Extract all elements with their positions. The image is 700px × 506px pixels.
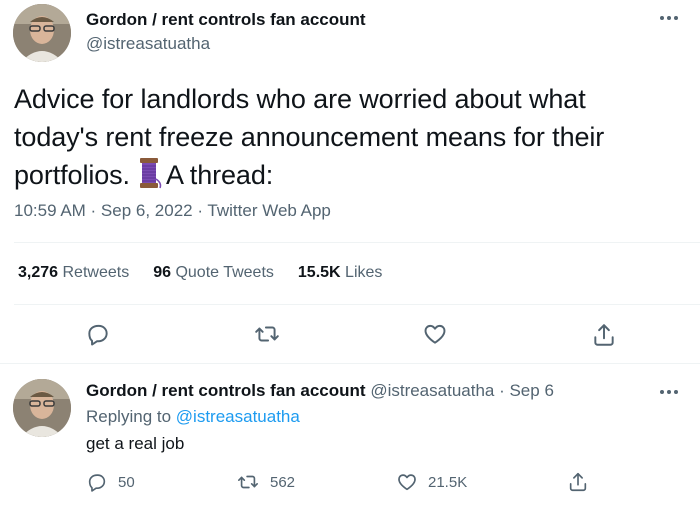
retweet-count: 562 (270, 473, 296, 491)
quote-tweets-count: 96 (153, 264, 171, 281)
replying-to: Replying to @istreasatuatha (86, 407, 300, 427)
reply-icon (88, 324, 108, 346)
like-button[interactable]: 21.5K (396, 471, 467, 493)
main-tweet: Gordon / rent controls fan account @istr… (0, 0, 700, 364)
thread-spool-icon (139, 158, 162, 189)
more-dots-icon (654, 380, 684, 404)
divider (14, 304, 700, 305)
replying-to-mention[interactable]: @istreasatuatha (176, 407, 300, 426)
tweet-stats: 3,276 Retweets 96 Quote Tweets 15.5K Lik… (18, 264, 382, 282)
share-button[interactable] (589, 320, 619, 350)
retweets-label: Retweets (62, 264, 130, 281)
retweet-icon (238, 475, 258, 489)
likes-label: Likes (345, 264, 383, 281)
share-icon (569, 472, 587, 492)
divider (14, 242, 700, 243)
reply-count: 50 (118, 473, 135, 491)
reply-tweet[interactable]: Gordon / rent controls fan account @istr… (0, 364, 700, 506)
like-icon (398, 474, 416, 491)
avatar[interactable] (13, 4, 71, 62)
tweet-text-body: Advice for landlords who are worried abo… (14, 84, 605, 190)
quote-tweets-label: Quote Tweets (175, 264, 274, 281)
replying-to-label: Replying to (86, 407, 172, 426)
reply-header: Gordon / rent controls fan account @istr… (86, 381, 554, 401)
display-name[interactable]: Gordon / rent controls fan account (86, 10, 366, 30)
likes-stat[interactable]: 15.5K Likes (298, 264, 383, 282)
share-button[interactable] (567, 471, 589, 493)
reply-icon (88, 474, 106, 492)
quote-tweets-stat[interactable]: 96 Quote Tweets (153, 264, 274, 282)
tweet-text-tail: A thread: (165, 160, 274, 190)
tweet-timestamp[interactable]: 10:59 AM · Sep 6, 2022 · Twitter Web App (14, 201, 331, 221)
retweets-stat[interactable]: 3,276 Retweets (18, 264, 129, 282)
display-name[interactable]: Gordon / rent controls fan account (86, 381, 366, 400)
likes-count: 15.5K (297, 264, 341, 281)
like-button[interactable] (420, 319, 450, 349)
share-icon (594, 324, 614, 346)
reply-handle-date[interactable]: @istreasatuatha · Sep 6 (370, 381, 554, 400)
more-options-button[interactable] (654, 380, 684, 404)
reply-button[interactable]: 50 (86, 471, 135, 493)
like-count: 21.5K (428, 473, 468, 491)
retweets-count: 3,276 (18, 264, 59, 281)
more-options-button[interactable] (654, 6, 684, 30)
more-dots-icon (654, 6, 684, 30)
reply-button[interactable] (83, 319, 113, 349)
avatar[interactable] (13, 379, 71, 437)
retweet-button[interactable] (252, 319, 282, 349)
tweet-text: Advice for landlords who are worried abo… (14, 80, 674, 194)
reply-text: get a real job (86, 434, 185, 453)
like-icon (424, 324, 446, 344)
retweet-button[interactable]: 562 (236, 471, 295, 493)
retweet-icon (255, 326, 279, 342)
user-handle[interactable]: @istreasatuatha (86, 34, 210, 54)
